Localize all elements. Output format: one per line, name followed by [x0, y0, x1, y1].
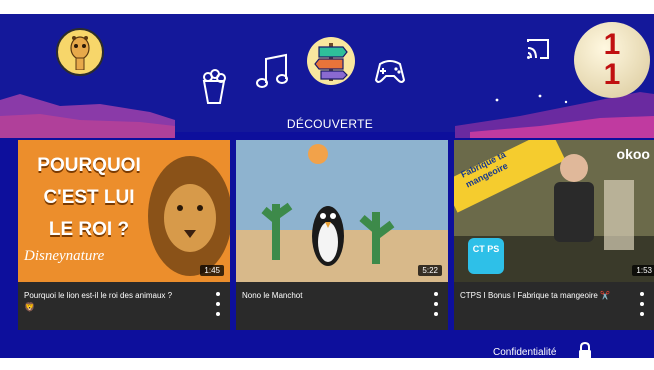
video-title: Pourquoi le lion est-il le roi des anima…	[24, 291, 173, 300]
counter-top: 1	[603, 28, 621, 61]
category-games[interactable]	[370, 50, 410, 90]
thumbnail-text-line: POURQUOI	[37, 155, 141, 176]
video-thumbnail: Fabrique ta mangeoire okoo CT PS 1:53	[454, 140, 654, 282]
more-options-icon[interactable]	[636, 292, 648, 316]
more-options-icon[interactable]	[212, 292, 224, 316]
giraffe-avatar-icon	[70, 36, 90, 70]
more-options-icon[interactable]	[430, 292, 442, 316]
video-meta: Pourquoi le lion est-il le roi des anima…	[18, 282, 230, 330]
category-discovery[interactable]	[307, 37, 355, 85]
thumbnail-brand: Disneynature	[24, 248, 105, 264]
discovery-signpost-icon	[314, 43, 348, 81]
video-title: CTPS I Bonus I Fabrique ta mangeoire ✂️	[460, 291, 611, 300]
video-thumbnail: POURQUOI C'EST LUI LE ROI ? Disneynature…	[18, 140, 230, 282]
counter-badge[interactable]: 1 1	[574, 22, 650, 98]
penguin-illustration	[261, 202, 395, 266]
section-title: DÉCOUVERTE	[286, 117, 374, 131]
video-card[interactable]: POURQUOI C'EST LUI LE ROI ? Disneynature…	[18, 140, 230, 330]
popcorn-icon	[202, 69, 226, 104]
thumbnail-text-line: LE ROI ?	[48, 219, 130, 240]
category-music[interactable]	[253, 50, 293, 92]
video-carousel: POURQUOI C'EST LUI LE ROI ? Disneynature…	[0, 140, 654, 330]
privacy-link[interactable]: Confidentialité	[493, 347, 556, 358]
video-meta: CTPS I Bonus I Fabrique ta mangeoire ✂️	[454, 282, 654, 330]
thumbnail-text-line: C'EST LUI	[43, 187, 135, 208]
video-thumbnail: 5:22	[236, 140, 448, 282]
counter-bottom: 1	[603, 58, 621, 91]
video-duration: 1:53	[632, 265, 654, 276]
video-duration: 5:22	[418, 265, 442, 276]
music-notes-icon	[256, 53, 288, 88]
video-card[interactable]: 5:22 Nono le Manchot	[236, 140, 448, 330]
gamepad-icon	[374, 60, 406, 83]
category-popcorn[interactable]	[197, 66, 231, 106]
cast-icon[interactable]	[526, 38, 550, 60]
lion-emoji-icon: 🦁	[24, 302, 36, 312]
lock-icon[interactable]	[578, 342, 592, 360]
home-indicator	[248, 359, 416, 363]
video-title: Nono le Manchot	[242, 291, 303, 300]
video-meta: Nono le Manchot	[236, 282, 448, 330]
lion-illustration	[148, 156, 230, 276]
profile-avatar[interactable]	[56, 28, 104, 76]
video-duration: 1:45	[200, 265, 224, 276]
video-card[interactable]: Fabrique ta mangeoire okoo CT PS 1:53 CT…	[454, 140, 654, 330]
thumbnail-badge: CT PS	[468, 238, 504, 274]
